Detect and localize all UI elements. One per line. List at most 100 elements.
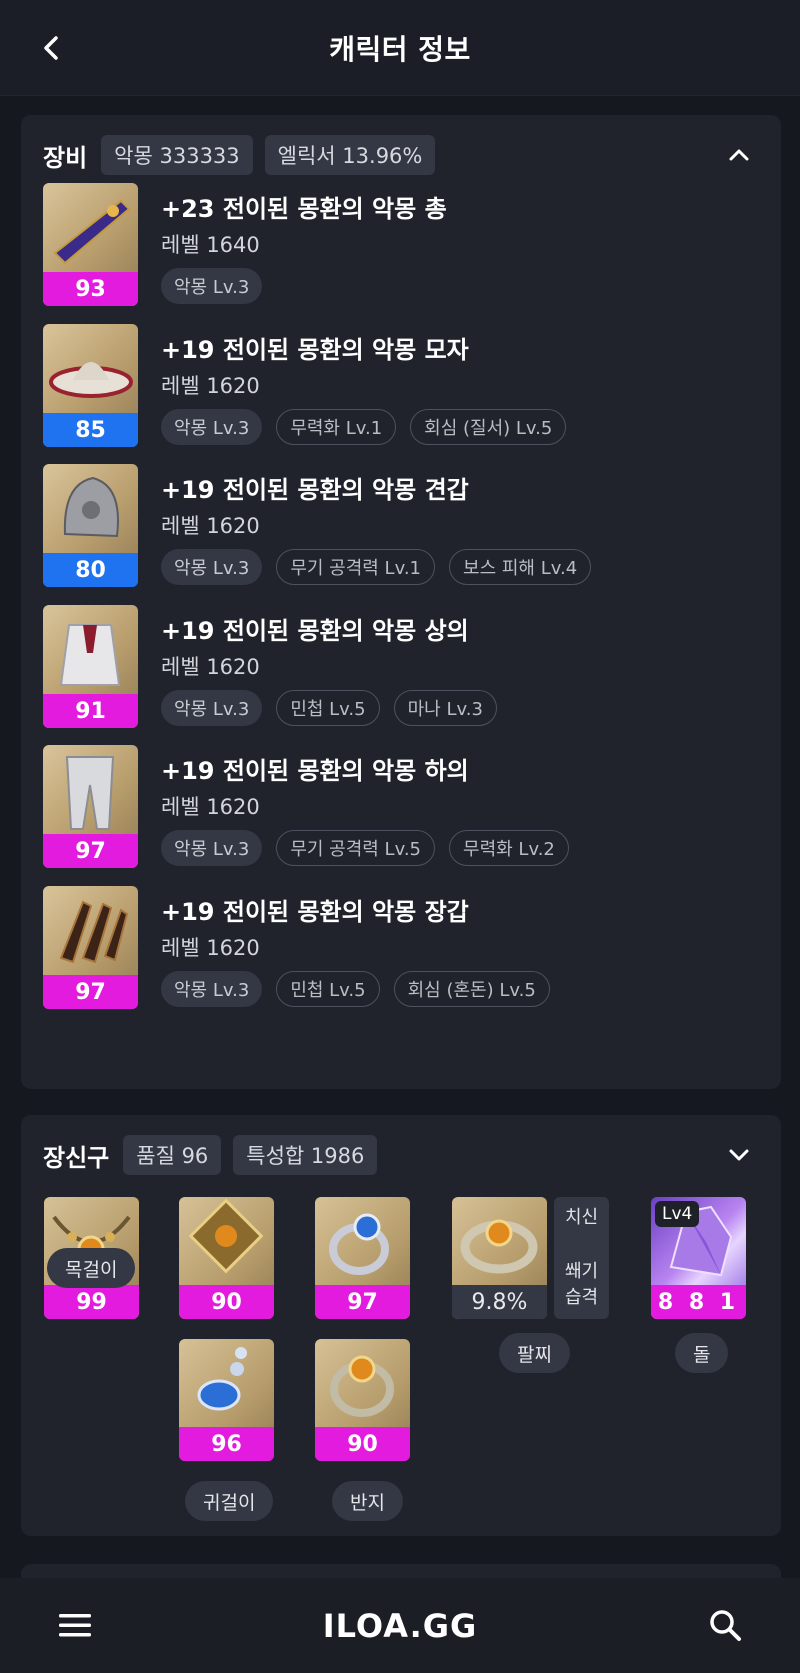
effect-tags: 악몽 Lv.3 민첩 Lv.5 회심 (혼돈) Lv.5: [161, 971, 564, 1007]
effect-tags: 악몽 Lv.3 민첩 Lv.5 마나 Lv.3: [161, 690, 511, 726]
equipment-icon: [59, 624, 121, 686]
effect-tag: 회심 (혼돈) Lv.5: [393, 971, 550, 1007]
equipment-level: 레벨 1620: [161, 655, 260, 679]
equipment-row[interactable]: 97 +19 전이된 몽환의 악몽 장갑 레벨 1620 악몽 Lv.3 민첩 L…: [43, 886, 743, 1010]
effect-tags: 악몽 Lv.3 무기 공격력 Lv.5 무력화 Lv.2: [161, 830, 583, 866]
effect-tag: 무기 공격력 Lv.5: [276, 830, 436, 866]
quality-badge: 85: [43, 413, 138, 447]
effect-tag: 무력화 Lv.2: [449, 830, 569, 866]
accessory-title: 장신구: [43, 1143, 110, 1172]
necklace-label: 목걸이: [47, 1248, 136, 1288]
necklace-quality: 99: [44, 1285, 139, 1319]
equipment-card-header[interactable]: 장비 악몽 333333 엘릭서 13.96%: [43, 135, 761, 175]
bracelet-stats: 치신 쐐기 습격: [554, 1197, 609, 1319]
top-header: 캐릭터 정보: [0, 0, 800, 96]
equipment-row[interactable]: 93 +23 전이된 몽환의 악몽 총 레벨 1640 악몽 Lv.3: [43, 183, 743, 307]
equipment-icon: [59, 900, 129, 964]
effect-tag: 악몽 Lv.3: [161, 971, 263, 1007]
equipment-level: 레벨 1620: [161, 936, 260, 960]
stone-item[interactable]: Lv4 8 8 1: [651, 1197, 746, 1319]
equipment-thumbnail: 93: [43, 183, 138, 306]
equipment-thumbnail: 80: [43, 464, 138, 587]
bracelet-label: 팔찌: [499, 1333, 570, 1373]
accessory-card: 장신구 품질 96 특성합 1986 99 목걸이 90 97 9.8% 치신 …: [21, 1115, 781, 1536]
stone-level: Lv4: [655, 1201, 700, 1227]
back-button[interactable]: [36, 30, 66, 66]
chevron-up-icon: [729, 149, 749, 161]
bracelet-icon: [460, 1219, 538, 1274]
bracelet-value: 9.8%: [452, 1285, 547, 1319]
equipment-name: +19 전이된 몽환의 악몽 하의: [161, 757, 469, 785]
effect-tag: 악몽 Lv.3: [161, 830, 263, 866]
effect-tag: 회심 (질서) Lv.5: [410, 409, 567, 445]
expand-toggle[interactable]: [725, 1141, 753, 1169]
equipment-icon: [53, 199, 131, 265]
bottom-bar: ILOA.GG: [0, 1578, 800, 1673]
equipment-thumbnail: 97: [43, 745, 138, 868]
ring-label: 반지: [332, 1481, 403, 1521]
effect-tag: 악몽 Lv.3: [161, 409, 263, 445]
earring-icon: [197, 1347, 247, 1411]
ring-icon: [329, 1213, 389, 1275]
stone-quality: 8 8 1: [651, 1285, 746, 1319]
effect-tag: 무기 공격력 Lv.1: [276, 549, 436, 585]
page-title: 캐릭터 정보: [329, 32, 471, 66]
equipment-level: 레벨 1620: [161, 374, 260, 398]
equipment-thumbnail: 91: [43, 605, 138, 728]
equipment-icon: [63, 476, 119, 538]
earring-item-1[interactable]: 90: [179, 1197, 274, 1319]
equipment-row[interactable]: 97 +19 전이된 몽환의 악몽 하의 레벨 1620 악몽 Lv.3 무기 공…: [43, 745, 743, 869]
ring-item-1[interactable]: 97: [315, 1197, 410, 1319]
search-icon: [710, 1610, 741, 1641]
effect-tag: 보스 피해 Lv.4: [449, 549, 592, 585]
app-logo[interactable]: ILOA.GG: [323, 1607, 478, 1645]
equipment-level: 레벨 1620: [161, 795, 260, 819]
ring-icon: [330, 1355, 394, 1417]
equipment-icon: [65, 756, 115, 830]
equipment-badge-elixir: 엘릭서 13.96%: [264, 135, 436, 175]
earring-quality-1: 90: [179, 1285, 274, 1319]
equipment-name: +19 전이된 몽환의 악몽 상의: [161, 617, 469, 645]
equipment-name: +19 전이된 몽환의 악몽 장갑: [161, 898, 469, 926]
effect-tag: 무력화 Lv.1: [276, 409, 397, 445]
quality-badge: 80: [43, 553, 138, 587]
earring-label: 귀걸이: [185, 1481, 274, 1521]
quality-badge: 97: [43, 975, 138, 1009]
equipment-icon: [49, 362, 133, 398]
ring-quality-1: 97: [315, 1285, 410, 1319]
effect-tags: 악몽 Lv.3: [161, 268, 276, 304]
equipment-name: +19 전이된 몽환의 악몽 견갑: [161, 476, 469, 504]
effect-tag: 악몽 Lv.3: [161, 549, 263, 585]
equipment-row[interactable]: 80 +19 전이된 몽환의 악몽 견갑 레벨 1620 악몽 Lv.3 무기 공…: [43, 464, 743, 588]
equipment-level: 레벨 1620: [161, 514, 260, 538]
equipment-thumbnail: 97: [43, 886, 138, 1009]
search-button[interactable]: [708, 1608, 742, 1642]
bracelet-item[interactable]: 9.8%: [452, 1197, 547, 1319]
equipment-card: 장비 악몽 333333 엘릭서 13.96% 93 +23 전이된 몽환의 악…: [21, 115, 781, 1089]
effect-tag: 민첩 Lv.5: [276, 971, 380, 1007]
quality-badge: 97: [43, 834, 138, 868]
earring-item-2[interactable]: 96: [179, 1339, 274, 1461]
effect-tag: 악몽 Lv.3: [161, 268, 263, 304]
collapse-toggle[interactable]: [725, 141, 753, 169]
equipment-row[interactable]: 85 +19 전이된 몽환의 악몽 모자 레벨 1620 악몽 Lv.3 무력화 …: [43, 324, 743, 448]
effect-tag: 악몽 Lv.3: [161, 690, 263, 726]
effect-tag: 마나 Lv.3: [393, 690, 497, 726]
equipment-title: 장비: [43, 143, 88, 172]
ring-item-2[interactable]: 90: [315, 1339, 410, 1461]
earring-icon: [188, 1198, 264, 1274]
bracelet-stat-2: 쐐기: [564, 1261, 599, 1282]
stone-label: 돌: [675, 1333, 729, 1373]
accessory-card-header[interactable]: 장신구 품질 96 특성합 1986: [43, 1135, 761, 1175]
menu-button[interactable]: [58, 1610, 92, 1640]
accessory-badge-quality: 품질 96: [123, 1135, 222, 1175]
equipment-name: +23 전이된 몽환의 악몽 총: [161, 195, 447, 223]
bracelet-stat-1: 치신: [564, 1207, 599, 1228]
equipment-row[interactable]: 91 +19 전이된 몽환의 악몽 상의 레벨 1620 악몽 Lv.3 민첩 L…: [43, 605, 743, 729]
quality-badge: 91: [43, 694, 138, 728]
equipment-name: +19 전이된 몽환의 악몽 모자: [161, 336, 469, 364]
effect-tags: 악몽 Lv.3 무기 공격력 Lv.1 보스 피해 Lv.4: [161, 549, 605, 585]
ring-quality-2: 90: [315, 1427, 410, 1461]
equipment-level: 레벨 1640: [161, 233, 260, 257]
earring-quality-2: 96: [179, 1427, 274, 1461]
